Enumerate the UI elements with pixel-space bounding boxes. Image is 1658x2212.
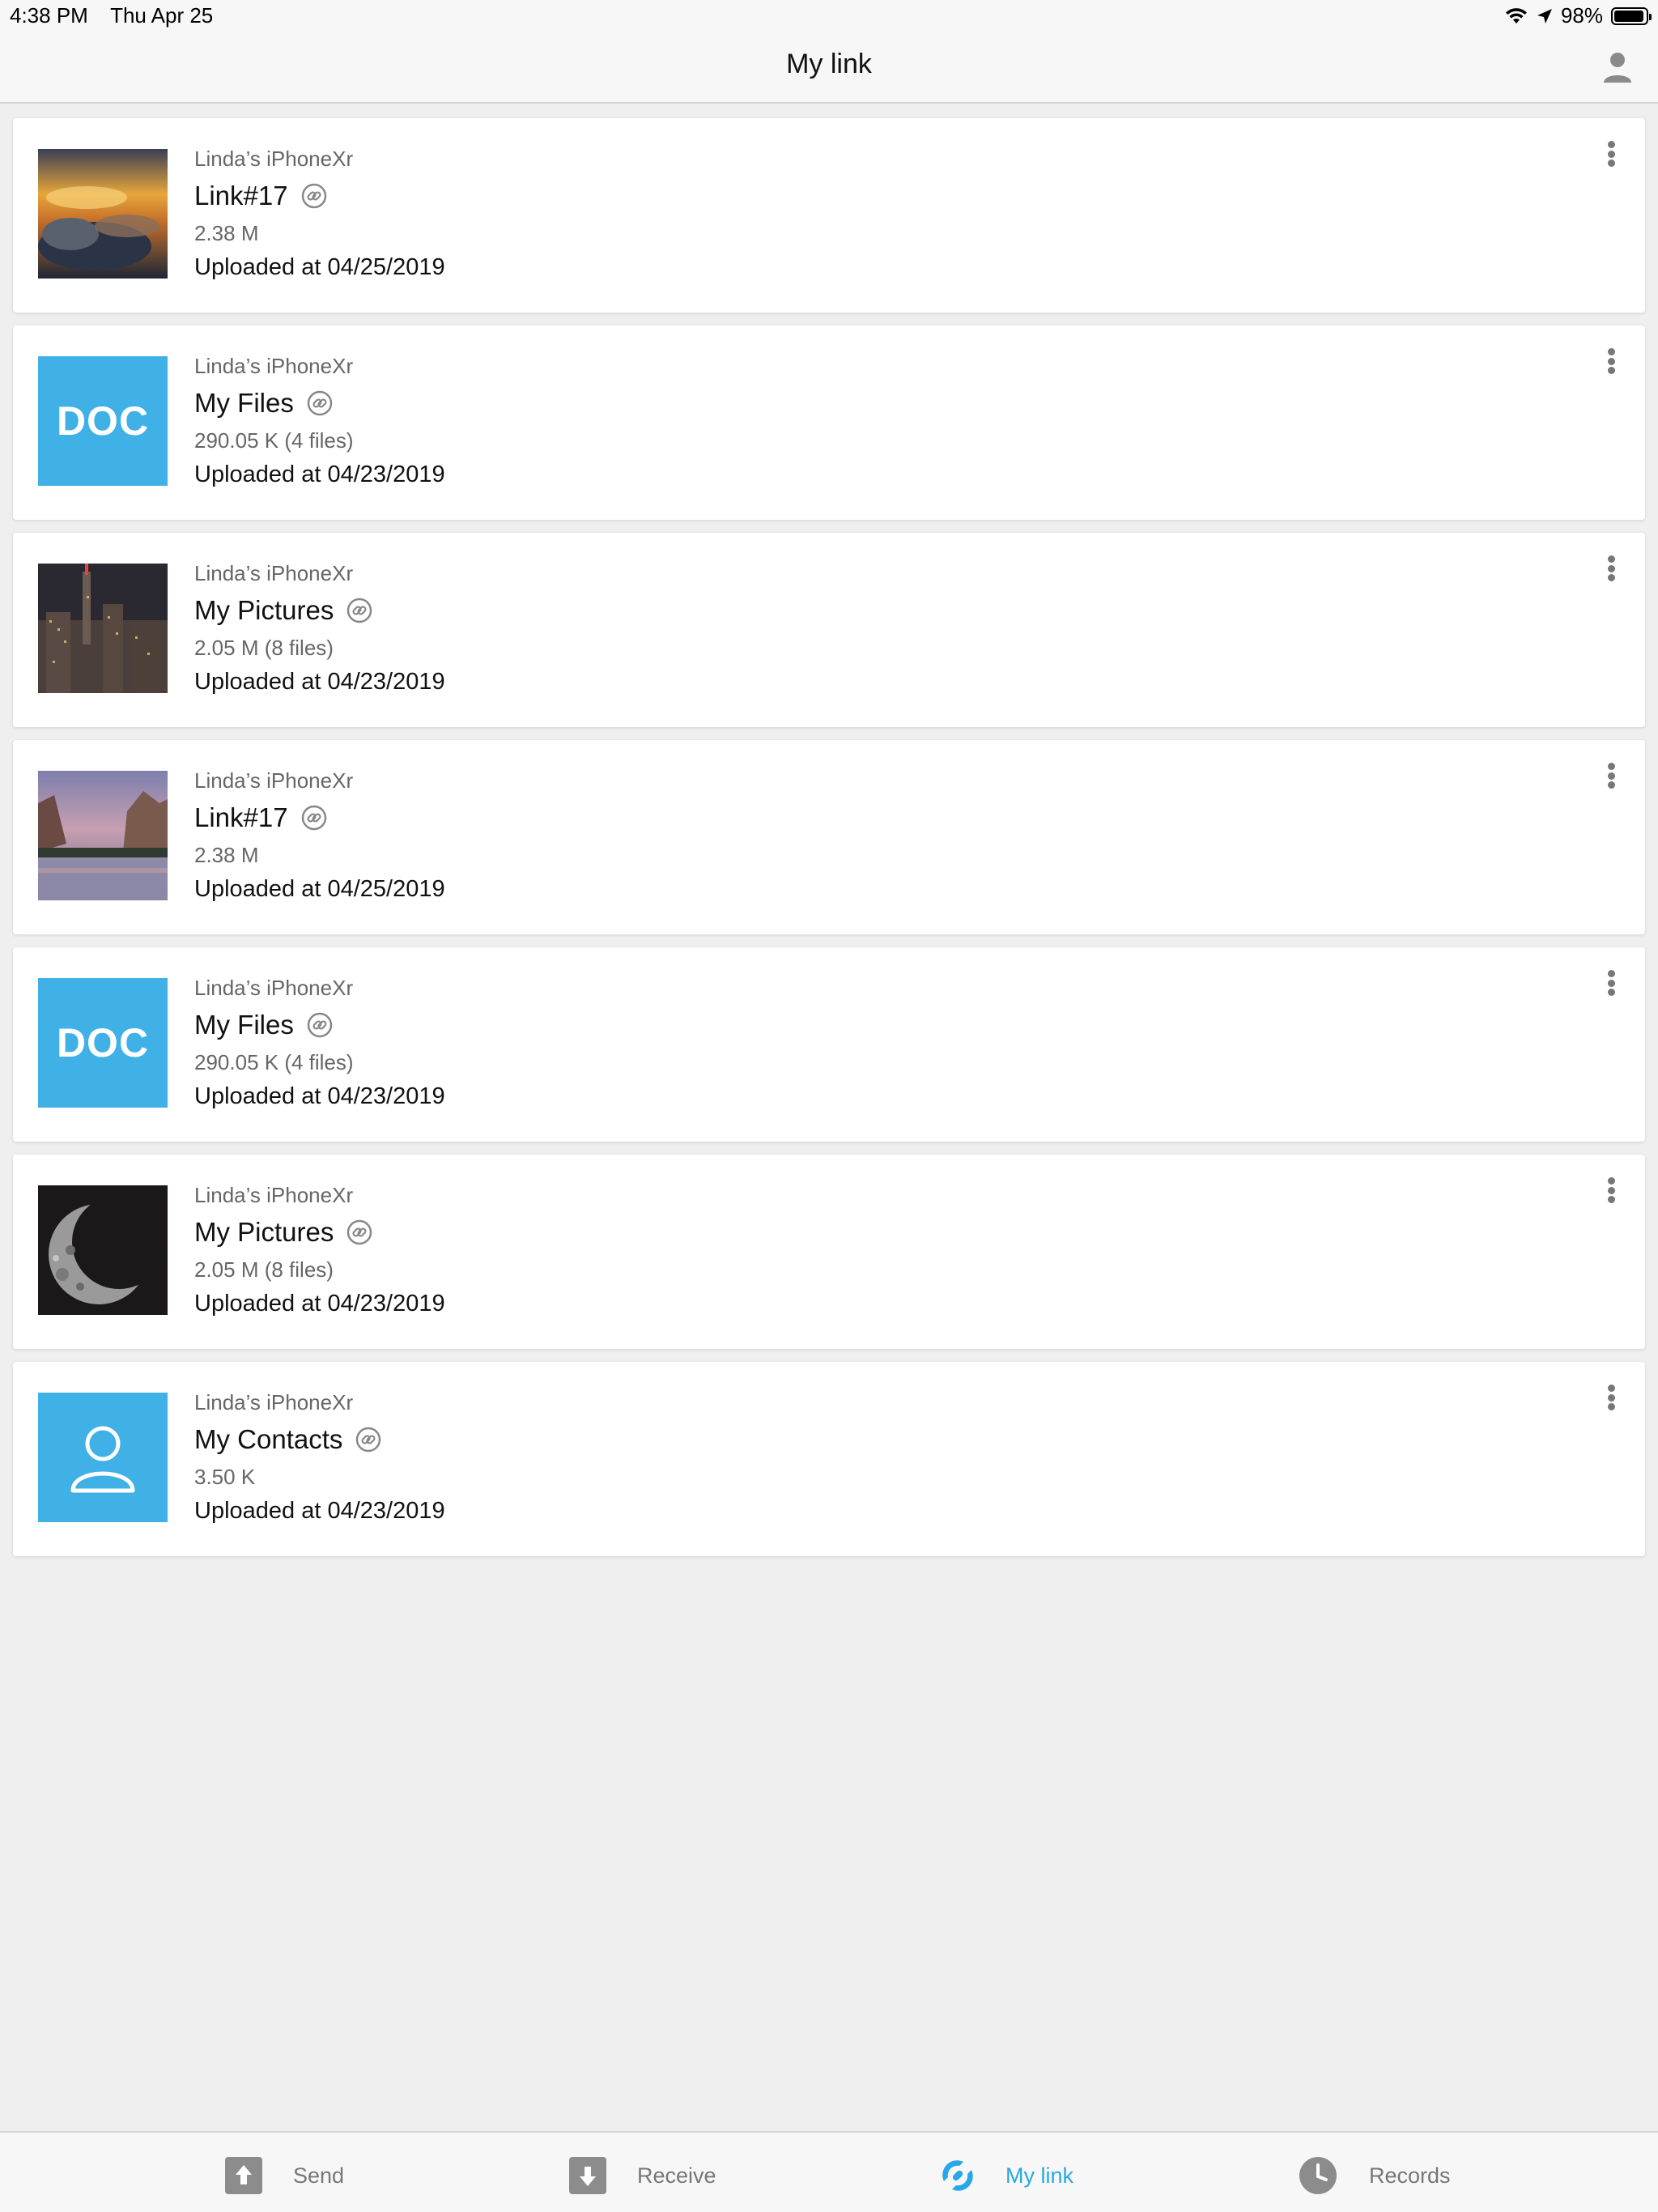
link-title: My Pictures [194, 595, 334, 625]
link-info: Linda’s iPhoneXr Link#17 2.38 M Uploaded… [194, 143, 445, 285]
link-info: Linda’s iPhoneXr My Files 290.05 K (4 fi… [194, 972, 445, 1114]
wifi-icon [1505, 7, 1527, 23]
tab-label: Send [293, 2163, 345, 2188]
link-title: My Files [194, 1010, 294, 1040]
link-card[interactable]: DOC Linda’s iPhoneXr My Files 290.05 K (… [13, 325, 1645, 520]
link-info: Linda’s iPhoneXr My Pictures 2.05 M (8 f… [194, 557, 445, 700]
file-size: 3.50 K [194, 1465, 256, 1489]
more-options-icon[interactable] [1601, 1174, 1621, 1206]
title-row: My Files [194, 382, 445, 424]
link-list: Linda’s iPhoneXr Link#17 2.38 M Uploaded… [13, 118, 1645, 1569]
contact-icon [38, 1393, 168, 1522]
file-size: 290.05 K (4 files) [194, 428, 354, 453]
title-row: My Pictures [194, 1211, 445, 1253]
title-row: My Contacts [194, 1419, 445, 1461]
link-info: Linda’s iPhoneXr My Contacts 3.50 K Uplo… [194, 1386, 445, 1529]
title-row: My Pictures [194, 589, 445, 632]
link-title: My Files [194, 388, 294, 418]
upload-date: Uploaded at 04/23/2019 [194, 1083, 445, 1109]
navigation-bar: My link [0, 32, 1658, 104]
thumbnail-sunset-clouds [38, 149, 168, 279]
thumbnail-city-night [38, 564, 168, 693]
device-name: Linda’s iPhoneXr [194, 1390, 354, 1414]
more-options-icon[interactable] [1601, 138, 1621, 170]
person-icon[interactable] [1601, 50, 1634, 86]
status-left: 4:38 PM Thu Apr 25 [10, 3, 213, 28]
more-options-icon[interactable] [1601, 345, 1621, 377]
page-title: My link [786, 49, 872, 79]
file-size: 2.38 M [194, 221, 259, 245]
tab-my-link[interactable]: My link [939, 2155, 1073, 2196]
more-options-icon[interactable] [1601, 552, 1621, 585]
link-icon[interactable] [346, 598, 372, 623]
clock-icon [1299, 2157, 1337, 2194]
doc-icon: DOC [38, 356, 168, 486]
tab-label: Receive [637, 2163, 716, 2188]
title-row: My Files [194, 1004, 445, 1046]
location-arrow-icon [1537, 8, 1552, 23]
thumbnail-mountain-lake [38, 771, 168, 900]
link-icon[interactable] [307, 390, 333, 416]
device-name: Linda’s iPhoneXr [194, 976, 354, 1000]
link-info: Linda’s iPhoneXr My Files 290.05 K (4 fi… [194, 350, 445, 492]
file-size: 290.05 K (4 files) [194, 1050, 354, 1074]
battery-icon [1611, 6, 1652, 25]
file-size: 2.05 M (8 files) [194, 636, 334, 660]
tab-records[interactable]: Records [1299, 2155, 1451, 2196]
link-card[interactable]: Linda’s iPhoneXr Link#17 2.38 M Uploaded… [13, 740, 1645, 934]
device-name: Linda’s iPhoneXr [194, 561, 354, 585]
thumbnail-moon [38, 1185, 168, 1315]
status-right: 98% [1504, 3, 1652, 28]
status-time: 4:38 PM [10, 3, 88, 28]
upload-date: Uploaded at 04/23/2019 [194, 1291, 445, 1317]
upload-date: Uploaded at 04/25/2019 [194, 876, 445, 902]
link-info: Linda’s iPhoneXr My Pictures 2.05 M (8 f… [194, 1179, 445, 1321]
tab-bar: Send Receive My link Records [0, 2131, 1658, 2212]
link-icon[interactable] [355, 1427, 381, 1453]
more-options-icon[interactable] [1601, 967, 1621, 999]
tab-receive[interactable]: Receive [569, 2155, 716, 2196]
link-info: Linda’s iPhoneXr Link#17 2.38 M Uploaded… [194, 764, 445, 907]
device-name: Linda’s iPhoneXr [194, 147, 354, 171]
device-name: Linda’s iPhoneXr [194, 768, 354, 793]
title-row: Link#17 [194, 175, 445, 217]
link-card[interactable]: Linda’s iPhoneXr My Pictures 2.05 M (8 f… [13, 533, 1645, 727]
status-bar: 4:38 PM Thu Apr 25 98% [0, 0, 1658, 32]
download-arrow-icon [569, 2157, 606, 2194]
link-icon[interactable] [346, 1219, 372, 1245]
link-card[interactable]: DOC Linda’s iPhoneXr My Files 290.05 K (… [13, 947, 1645, 1142]
link-title: Link#17 [194, 181, 288, 211]
link-card[interactable]: Linda’s iPhoneXr My Contacts 3.50 K Uplo… [13, 1362, 1645, 1556]
upload-date: Uploaded at 04/25/2019 [194, 254, 445, 280]
link-icon [942, 2160, 973, 2191]
tab-label: Records [1369, 2163, 1451, 2188]
link-card[interactable]: Linda’s iPhoneXr Link#17 2.38 M Uploaded… [13, 118, 1645, 313]
upload-arrow-icon [225, 2157, 262, 2194]
link-title: Link#17 [194, 802, 288, 832]
upload-date: Uploaded at 04/23/2019 [194, 1498, 445, 1524]
link-title: My Pictures [194, 1217, 334, 1247]
more-options-icon[interactable] [1601, 1381, 1621, 1414]
battery-percent: 98% [1560, 3, 1603, 28]
link-icon[interactable] [301, 805, 327, 831]
link-card[interactable]: Linda’s iPhoneXr My Pictures 2.05 M (8 f… [13, 1155, 1645, 1349]
doc-icon: DOC [38, 978, 168, 1108]
status-date: Thu Apr 25 [110, 3, 214, 28]
file-size: 2.38 M [194, 843, 259, 867]
tab-label: My link [1005, 2163, 1074, 2188]
device-name: Linda’s iPhoneXr [194, 354, 354, 378]
file-size: 2.05 M (8 files) [194, 1257, 334, 1282]
tab-send[interactable]: Send [225, 2155, 344, 2196]
upload-date: Uploaded at 04/23/2019 [194, 669, 445, 695]
device-name: Linda’s iPhoneXr [194, 1183, 354, 1207]
title-row: Link#17 [194, 797, 445, 839]
link-icon[interactable] [307, 1012, 333, 1038]
more-options-icon[interactable] [1601, 759, 1621, 792]
upload-date: Uploaded at 04/23/2019 [194, 462, 445, 487]
link-title: My Contacts [194, 1424, 343, 1454]
link-icon[interactable] [301, 183, 327, 209]
